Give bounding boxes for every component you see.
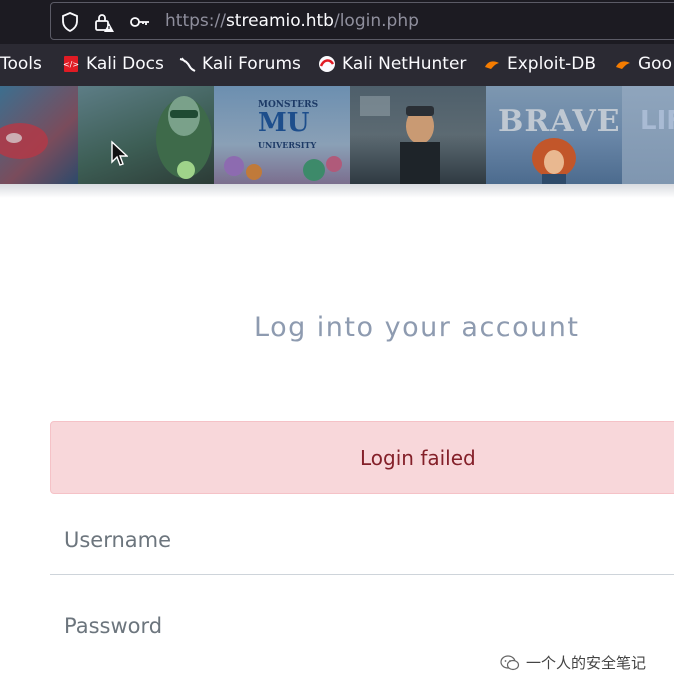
key-icon[interactable] — [129, 11, 151, 33]
bookmarks-toolbar: Tools </> Kali Docs Kali Forums Kali Net… — [0, 44, 674, 86]
watermark-text: 一个人的安全笔记 — [526, 654, 647, 672]
bookmark-google[interactable]: Goo — [614, 54, 672, 74]
bookmark-label: Kali Forums — [202, 54, 301, 74]
url-scheme: https:// — [165, 11, 226, 31]
login-error-message: Login failed — [360, 446, 476, 470]
bookmark-tools[interactable]: Tools — [0, 54, 42, 74]
bookmark-kali-docs[interactable]: </> Kali Docs — [62, 54, 164, 74]
poster-tron — [350, 86, 486, 184]
url-host: streamio.htb — [225, 11, 334, 31]
wechat-icon — [500, 654, 520, 670]
poster-green-lantern — [78, 86, 214, 184]
kali-forums-icon — [179, 57, 196, 72]
mouse-cursor-icon — [111, 140, 128, 166]
tron-art — [360, 96, 440, 184]
poster-brave: BRAVE — [486, 86, 622, 184]
bookmark-label: Kali Docs — [86, 54, 164, 74]
shield-icon[interactable] — [59, 11, 81, 33]
page-title: Log into your account — [254, 312, 580, 343]
password-field-wrapper — [50, 591, 674, 661]
bookmark-label: Exploit-DB — [507, 54, 596, 74]
url-bar[interactable]: https://streamio.htb/login.php — [50, 2, 674, 40]
url-path: /login.php — [333, 11, 419, 31]
url-text[interactable]: https://streamio.htb/login.php — [165, 11, 419, 31]
green-lantern-art — [156, 96, 212, 179]
bookmark-kali-forums[interactable]: Kali Forums — [178, 54, 301, 74]
browser-toolbar: https://streamio.htb/login.php — [0, 0, 674, 44]
svg-text:</>: </> — [63, 60, 79, 69]
monsters-art — [224, 156, 342, 181]
username-field-wrapper — [50, 505, 674, 575]
kali-docs-icon: </> — [63, 56, 79, 72]
poster-monsters-university: MONSTERS MU UNIVERSITY — [214, 86, 350, 184]
bookmark-label: Goo — [638, 54, 672, 74]
cars-art — [0, 123, 48, 159]
banner-shadow — [0, 184, 674, 198]
google-icon — [616, 61, 630, 69]
bookmark-label: Tools — [0, 54, 42, 74]
kali-nethunter-icon — [319, 56, 335, 72]
bookmark-label: Kali NetHunter — [342, 54, 467, 74]
brave-art — [532, 138, 576, 184]
poster-lif: LIF — [622, 86, 674, 184]
lock-warning-icon[interactable] — [93, 11, 115, 33]
exploit-db-icon — [485, 61, 499, 69]
movie-banner: MONSTERS MU UNIVERSITY BRAVE LIF — [0, 86, 674, 184]
poster-label-lif: LIF — [640, 106, 674, 136]
bookmark-exploit-db[interactable]: Exploit-DB — [483, 54, 596, 74]
login-error-alert: Login failed — [50, 421, 674, 494]
watermark: 一个人的安全笔记 — [500, 652, 646, 673]
bookmark-kali-nethunter[interactable]: Kali NetHunter — [318, 54, 466, 74]
password-input[interactable] — [50, 591, 674, 661]
username-input[interactable] — [50, 505, 674, 574]
poster-cars — [0, 86, 78, 184]
